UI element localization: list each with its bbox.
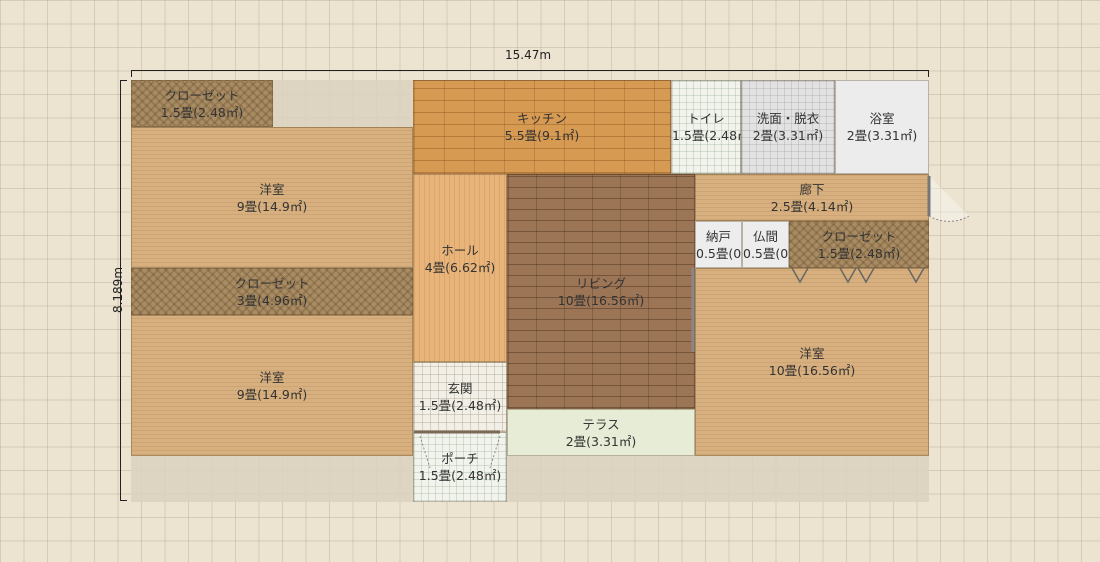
room-western-right[interactable]: 洋室 10畳(16.56㎡) bbox=[695, 268, 929, 456]
room-altar[interactable]: 仏間 0.5畳(0.82㎡) bbox=[742, 221, 826, 268]
room-size: 1.5畳(2.48㎡) bbox=[418, 398, 502, 413]
room-name: 浴室 bbox=[869, 111, 895, 126]
room-size: 4畳(6.62㎡) bbox=[424, 259, 496, 275]
room-entrance[interactable]: 玄関 1.5畳(2.48㎡) bbox=[413, 362, 507, 432]
room-closet-mid[interactable]: クローゼット 3畳(4.96㎡) bbox=[131, 268, 413, 315]
room-size: 2畳(3.31㎡) bbox=[752, 128, 824, 143]
room-name: キッチン bbox=[516, 111, 567, 126]
room-name: ポーチ bbox=[441, 451, 479, 466]
room-name: リビング bbox=[575, 275, 626, 291]
room-closet-right[interactable]: クローゼット 1.5畳(2.48㎡) bbox=[789, 221, 929, 268]
room-name: クローゼット bbox=[164, 87, 240, 103]
room-name: 廊下 bbox=[799, 181, 825, 197]
room-western-bottom[interactable]: 洋室 9畳(14.9㎡) bbox=[131, 315, 413, 456]
room-bathroom[interactable]: 浴室 2畳(3.31㎡) bbox=[835, 80, 929, 174]
room-name: 洗面・脱衣 bbox=[756, 111, 820, 126]
room-name: ホール bbox=[441, 242, 479, 258]
room-porch[interactable]: ポーチ 1.5畳(2.48㎡) bbox=[413, 432, 507, 502]
room-size: 0.5畳(0.82㎡) bbox=[696, 245, 779, 261]
room-washroom[interactable]: 洗面・脱衣 2畳(3.31㎡) bbox=[741, 80, 835, 174]
room-kitchen[interactable]: キッチン 5.5畳(9.1㎡) bbox=[413, 80, 671, 174]
height-dimension-label: 8.189m bbox=[111, 266, 125, 314]
room-closet-top-left[interactable]: クローゼット 1.5畳(2.48㎡) bbox=[131, 80, 273, 127]
room-size: 9畳(14.9㎡) bbox=[236, 386, 308, 402]
room-size: 10畳(16.56㎡) bbox=[768, 363, 856, 378]
room-size: 2畳(3.31㎡) bbox=[565, 433, 637, 449]
room-name: クローゼット bbox=[821, 228, 897, 244]
room-name: クローゼット bbox=[234, 275, 310, 291]
room-terrace[interactable]: テラス 2畳(3.31㎡) bbox=[507, 409, 695, 456]
room-size: 2.5畳(4.14㎡) bbox=[770, 198, 854, 214]
room-name: 洋室 bbox=[799, 346, 825, 361]
width-dimension-label: 15.47m bbox=[505, 48, 552, 62]
room-name: 仏間 bbox=[752, 228, 778, 244]
room-size: 10畳(16.56㎡) bbox=[557, 292, 645, 308]
room-size: 0.5畳(0.82㎡) bbox=[743, 245, 826, 261]
room-size: 1.5畳(2.48㎡) bbox=[418, 468, 502, 483]
room-size: 3畳(4.96㎡) bbox=[236, 292, 308, 308]
corridor-door-arc bbox=[928, 176, 970, 222]
room-western-top[interactable]: 洋室 9畳(14.9㎡) bbox=[131, 127, 413, 268]
room-name: 納戸 bbox=[705, 228, 731, 244]
room-hall[interactable]: ホール 4畳(6.62㎡) bbox=[413, 174, 507, 362]
room-size: 9畳(14.9㎡) bbox=[236, 198, 308, 214]
room-name: トイレ bbox=[687, 111, 725, 126]
room-name: テラス bbox=[582, 416, 620, 432]
room-corridor[interactable]: 廊下 2.5畳(4.14㎡) bbox=[695, 174, 929, 221]
room-name: 玄関 bbox=[447, 381, 473, 396]
room-living[interactable]: リビング 10畳(16.56㎡) bbox=[507, 174, 695, 409]
room-toilet[interactable]: トイレ 1.5畳(2.48㎡) bbox=[671, 80, 755, 174]
room-size: 5.5畳(9.1㎡) bbox=[504, 128, 580, 143]
room-size: 1.5畳(2.48㎡) bbox=[817, 245, 901, 261]
width-dimension-line bbox=[131, 70, 929, 77]
room-storage[interactable]: 納戸 0.5畳(0.82㎡) bbox=[695, 221, 779, 268]
room-size: 1.5畳(2.48㎡) bbox=[672, 128, 755, 143]
room-size: 2畳(3.31㎡) bbox=[846, 128, 918, 143]
room-size: 1.5畳(2.48㎡) bbox=[160, 104, 244, 120]
room-name: 洋室 bbox=[259, 369, 285, 385]
room-name: 洋室 bbox=[259, 181, 285, 197]
